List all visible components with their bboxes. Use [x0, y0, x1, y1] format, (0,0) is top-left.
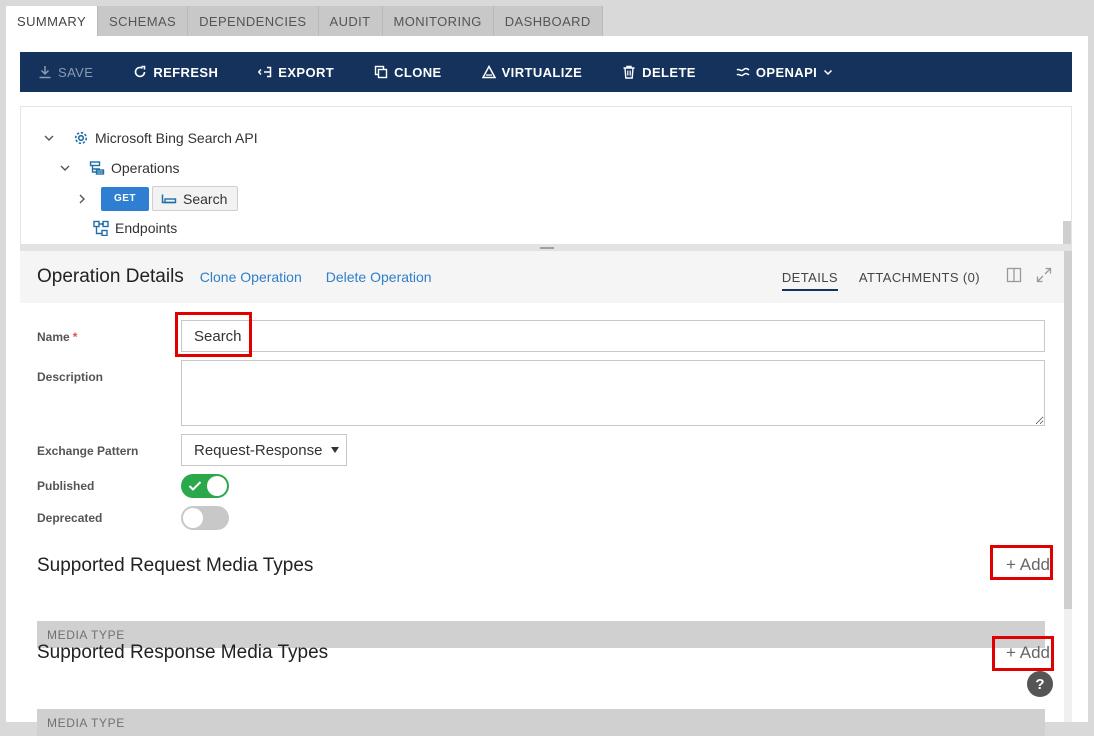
http-method-badge: GET — [101, 186, 149, 211]
request-media-types-title: Supported Request Media Types — [37, 555, 314, 576]
response-media-type-column: MEDIA TYPE — [37, 709, 1045, 736]
tab-attachments[interactable]: ATTACHMENTS (0) — [859, 251, 980, 303]
tab-dashboard[interactable]: DASHBOARD — [493, 6, 603, 36]
top-tabs: SUMMARY SCHEMAS DEPENDENCIES AUDIT MONIT… — [6, 6, 603, 36]
help-button[interactable]: ? — [1027, 671, 1053, 697]
splitter-handle[interactable] — [20, 244, 1072, 251]
toggle-knob — [183, 508, 203, 528]
clone-label: CLONE — [394, 64, 442, 80]
details-tabs: DETAILS ATTACHMENTS (0) — [761, 251, 980, 303]
tab-dependencies[interactable]: DEPENDENCIES — [188, 6, 319, 36]
tab-details[interactable]: DETAILS — [781, 251, 838, 303]
name-label-text: Name — [37, 330, 70, 344]
exchange-pattern-label: Exchange Pattern — [37, 444, 139, 458]
exchange-pattern-value: Request-Response — [194, 441, 323, 459]
operation-tree: Microsoft Bing Search API Operations GET… — [20, 106, 1072, 251]
openapi-dropdown[interactable]: OPENAPI — [736, 65, 833, 80]
grip-icon — [540, 247, 554, 249]
export-button[interactable]: EXPORT — [258, 65, 334, 80]
description-textarea[interactable] — [181, 360, 1045, 426]
details-view-icons — [992, 267, 1052, 283]
trash-icon — [623, 65, 635, 79]
delete-label: DELETE — [642, 64, 696, 80]
operations-icon — [89, 161, 105, 175]
published-label: Published — [37, 479, 95, 493]
chevron-down-icon[interactable] — [59, 162, 71, 174]
tree-node-operations[interactable]: Operations — [59, 160, 179, 176]
operation-details-title: Operation Details — [37, 266, 184, 287]
details-scrollbar[interactable] — [1064, 251, 1072, 722]
endpoints-label: Endpoints — [115, 220, 178, 236]
tree-node-search[interactable]: GET Search — [76, 186, 239, 211]
tab-monitoring[interactable]: MONITORING — [382, 6, 494, 36]
split-view-icon[interactable] — [1006, 267, 1022, 283]
chevron-right-icon[interactable] — [76, 193, 88, 205]
delete-button[interactable]: DELETE — [622, 65, 696, 80]
virtualize-button[interactable]: VIRTUALIZE — [481, 64, 583, 80]
tree-node-endpoints[interactable]: Endpoints — [93, 220, 177, 236]
refresh-button[interactable]: REFRESH — [133, 65, 218, 80]
export-icon — [258, 66, 272, 78]
deprecated-toggle[interactable] — [181, 506, 229, 530]
required-marker: * — [72, 330, 78, 344]
save-label: SAVE — [58, 64, 94, 80]
expand-icon[interactable] — [1036, 267, 1052, 283]
refresh-icon — [135, 65, 146, 78]
download-icon — [39, 66, 51, 79]
operations-label: Operations — [111, 160, 180, 176]
clone-button[interactable]: CLONE — [374, 65, 442, 80]
toggle-knob — [207, 476, 227, 496]
save-button[interactable]: SAVE — [38, 65, 93, 80]
refresh-label: REFRESH — [153, 64, 219, 80]
gear-icon — [74, 131, 88, 145]
api-name: Microsoft Bing Search API — [95, 130, 258, 146]
copy-icon — [374, 65, 388, 79]
delete-operation-link[interactable]: Delete Operation — [326, 269, 432, 285]
operation-details-header: Operation Details Clone Operation Delete… — [20, 251, 1064, 303]
deprecated-label: Deprecated — [37, 511, 103, 525]
name-label: Name * — [37, 330, 77, 344]
openapi-label: OPENAPI — [755, 64, 818, 80]
exchange-pattern-select[interactable]: Request-Response — [181, 434, 347, 466]
main-panel: SAVE REFRESH EXPORT CLONE VIRTUALIZE DEL… — [6, 36, 1088, 736]
clone-operation-link[interactable]: Clone Operation — [200, 269, 302, 285]
tab-summary[interactable]: SUMMARY — [6, 6, 99, 36]
toolbar: SAVE REFRESH EXPORT CLONE VIRTUALIZE DEL… — [20, 52, 1072, 92]
check-icon — [188, 481, 202, 491]
published-toggle[interactable] — [181, 474, 229, 498]
export-label: EXPORT — [278, 64, 335, 80]
add-request-media-type-button[interactable]: + Add — [1006, 555, 1050, 575]
endpoints-icon — [93, 220, 109, 236]
operation-name: Search — [183, 190, 228, 207]
tab-schemas[interactable]: SCHEMAS — [98, 6, 189, 36]
scrollbar-thumb[interactable] — [1064, 251, 1072, 609]
virtualize-label: VIRTUALIZE — [501, 64, 583, 80]
caret-down-icon — [331, 447, 339, 453]
virtualize-icon — [481, 65, 496, 79]
chevron-down-icon[interactable] — [43, 132, 55, 144]
name-input[interactable] — [181, 320, 1045, 352]
tree-node-api[interactable]: Microsoft Bing Search API — [43, 130, 258, 146]
description-label: Description — [37, 370, 104, 384]
response-media-types-title: Supported Response Media Types — [37, 642, 329, 663]
add-response-media-type-button[interactable]: + Add — [1006, 643, 1050, 663]
chevron-down-icon — [824, 69, 833, 76]
operation-icon — [161, 194, 177, 203]
operation-search-node[interactable]: Search — [152, 186, 239, 211]
approx-icon — [736, 67, 750, 77]
tab-audit[interactable]: AUDIT — [318, 6, 383, 36]
